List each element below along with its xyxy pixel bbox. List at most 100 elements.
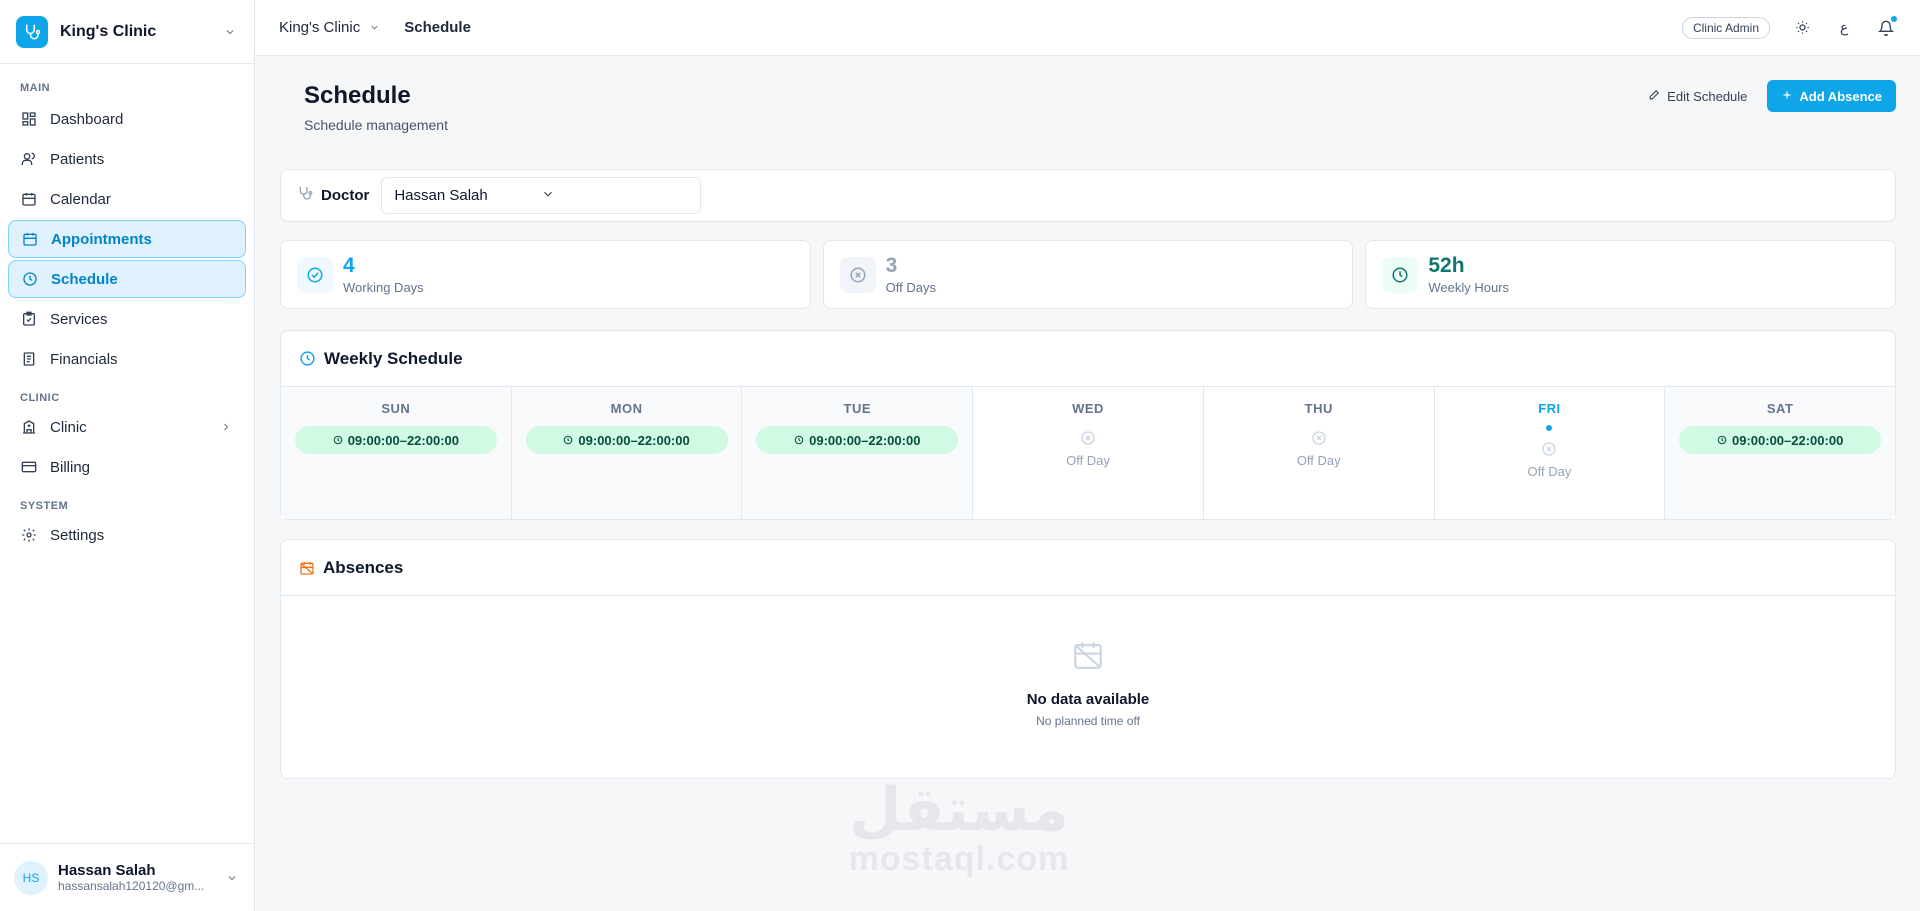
day-column-fri: FRI Off Day <box>1435 387 1666 519</box>
stat-value: 52h <box>1428 253 1465 277</box>
edit-schedule-label: Edit Schedule <box>1667 88 1748 104</box>
sidebar-item-label: Schedule <box>51 270 118 288</box>
stat-weekly-hours: 52h Weekly Hours <box>1365 240 1897 309</box>
watermark-arabic: مستقل <box>849 775 1069 845</box>
role-badge: Clinic Admin <box>1681 16 1770 39</box>
weekly-days: SUN 09:00:00–22:00:00 MON 09:00:00–22:00… <box>281 387 1896 519</box>
stethoscope-icon <box>297 185 313 206</box>
sidebar-item-financials[interactable]: Financials <box>8 340 246 378</box>
chevron-down-icon[interactable] <box>366 20 382 36</box>
stat-value: 3 <box>885 253 898 277</box>
doctor-filter-card: Doctor Hassan Salah <box>280 169 1896 222</box>
working-hours-pill: 09:00:00–22:00:00 <box>294 426 497 454</box>
user-email: hassansalah120120@gm... <box>58 879 205 893</box>
stats-row: 4 Working Days 3 Off Days 52h Weekly Hou… <box>280 240 1897 309</box>
section-label-system: SYSTEM <box>20 500 69 512</box>
receipt-icon <box>20 350 38 368</box>
clinic-name: King's Clinic <box>60 22 157 40</box>
grid-icon <box>20 110 38 128</box>
sidebar-item-billing[interactable]: Billing <box>8 448 246 486</box>
stat-working-days: 4 Working Days <box>280 240 811 309</box>
sun-icon[interactable] <box>1792 18 1812 38</box>
calendar-off-icon <box>1071 638 1105 677</box>
doctor-label: Doctor <box>321 187 370 204</box>
day-name: WED <box>1072 401 1104 416</box>
x-circle-icon <box>1311 430 1327 449</box>
sidebar-item-patients[interactable]: Patients <box>8 140 246 178</box>
off-day-label: Off Day <box>1296 453 1341 468</box>
off-day-label: Off Day <box>1066 453 1110 468</box>
sidebar-item-settings[interactable]: Settings <box>8 516 246 554</box>
clipboard-icon <box>20 310 38 328</box>
page-subtitle: Schedule management <box>304 117 448 133</box>
stat-off-days: 3 Off Days <box>822 240 1354 309</box>
sidebar-item-dashboard[interactable]: Dashboard <box>8 100 246 138</box>
sidebar-item-appointments[interactable]: Appointments <box>8 220 246 258</box>
day-name: SUN <box>381 401 411 416</box>
sidebar-item-label: Services <box>50 310 108 328</box>
day-name: MON <box>610 401 643 416</box>
add-absence-label: Add Absence <box>1799 88 1882 104</box>
credit-card-icon <box>20 458 38 476</box>
sidebar-item-label: Settings <box>50 526 105 544</box>
sidebar-item-schedule[interactable]: Schedule <box>8 260 246 298</box>
chevron-down-icon <box>222 24 238 40</box>
day-name: SAT <box>1766 401 1794 416</box>
absences-title: Absences <box>323 557 404 577</box>
sidebar-item-services[interactable]: Services <box>8 300 246 338</box>
day-column-thu: THU Off Day <box>1204 387 1435 519</box>
stat-label: Working Days <box>343 279 424 295</box>
clinic-switcher[interactable]: King's Clinic <box>0 0 254 64</box>
day-column-sat: SAT 09:00:00–22:00:00 <box>1665 387 1896 519</box>
pencil-icon <box>1648 88 1661 104</box>
stat-label: Off Days <box>885 279 937 295</box>
day-name: THU <box>1304 401 1333 416</box>
bell-icon[interactable] <box>1876 15 1897 38</box>
sidebar-item-clinic[interactable]: Clinic <box>8 408 246 446</box>
edit-schedule-button[interactable]: Edit Schedule <box>1648 88 1747 104</box>
doctor-select[interactable]: Hassan Salah <box>381 177 702 214</box>
stat-label: Weekly Hours <box>1428 279 1510 295</box>
plus-icon <box>1781 89 1793 104</box>
calendar-days-icon <box>21 230 39 248</box>
sidebar-item-calendar[interactable]: Calendar <box>8 180 246 218</box>
day-column-sun: SUN 09:00:00–22:00:00 <box>281 387 512 519</box>
off-day-label: Off Day <box>1527 464 1572 479</box>
day-name: FRI <box>1538 401 1561 416</box>
sidebar-item-label: Appointments <box>51 230 152 248</box>
breadcrumb: King's Clinic Schedule <box>279 19 471 36</box>
section-label-main: MAIN <box>20 82 51 94</box>
sidebar-item-label: Dashboard <box>50 110 124 128</box>
clock-icon <box>333 433 343 448</box>
calendar-off-icon <box>299 560 315 576</box>
clock-icon <box>1717 433 1727 448</box>
chevron-down-icon <box>541 187 688 205</box>
x-circle-icon <box>1080 430 1096 449</box>
main-content: Schedule Schedule management Edit Schedu… <box>255 56 1920 911</box>
topbar: King's Clinic Schedule Clinic Admin ع <box>255 0 1920 56</box>
sidebar-item-label: Financials <box>50 350 118 368</box>
users-icon <box>20 150 38 168</box>
sidebar-item-label: Clinic <box>50 418 87 436</box>
section-label-clinic: CLINIC <box>20 392 60 404</box>
chevron-down-icon <box>224 870 240 886</box>
sidebar: King's Clinic MAIN Dashboard Patients Ca… <box>0 0 255 911</box>
watermark: مستقل mostaql.com <box>843 780 1075 879</box>
day-column-mon: MON 09:00:00–22:00:00 <box>511 387 743 519</box>
x-circle-icon <box>839 256 876 293</box>
clock-icon <box>299 350 316 367</box>
add-absence-button[interactable]: Add Absence <box>1767 80 1896 112</box>
breadcrumb-clinic[interactable]: King's Clinic <box>279 19 360 36</box>
breadcrumb-current: Schedule <box>404 19 471 36</box>
sidebar-item-label: Billing <box>50 458 91 476</box>
notification-dot <box>1891 15 1897 22</box>
check-circle-icon <box>297 256 333 293</box>
day-column-tue: TUE 09:00:00–22:00:00 <box>742 387 974 519</box>
language-toggle[interactable]: ع <box>1834 18 1854 38</box>
clock-icon <box>21 270 39 288</box>
page-title: Schedule <box>304 82 411 109</box>
doctor-selected-value: Hassan Salah <box>394 187 488 204</box>
user-menu[interactable]: HS Hassan Salah hassansalah120120@gm... <box>0 843 254 911</box>
working-hours: 09:00:00–22:00:00 <box>1732 432 1844 448</box>
working-hours-pill: 09:00:00–22:00:00 <box>525 426 728 454</box>
